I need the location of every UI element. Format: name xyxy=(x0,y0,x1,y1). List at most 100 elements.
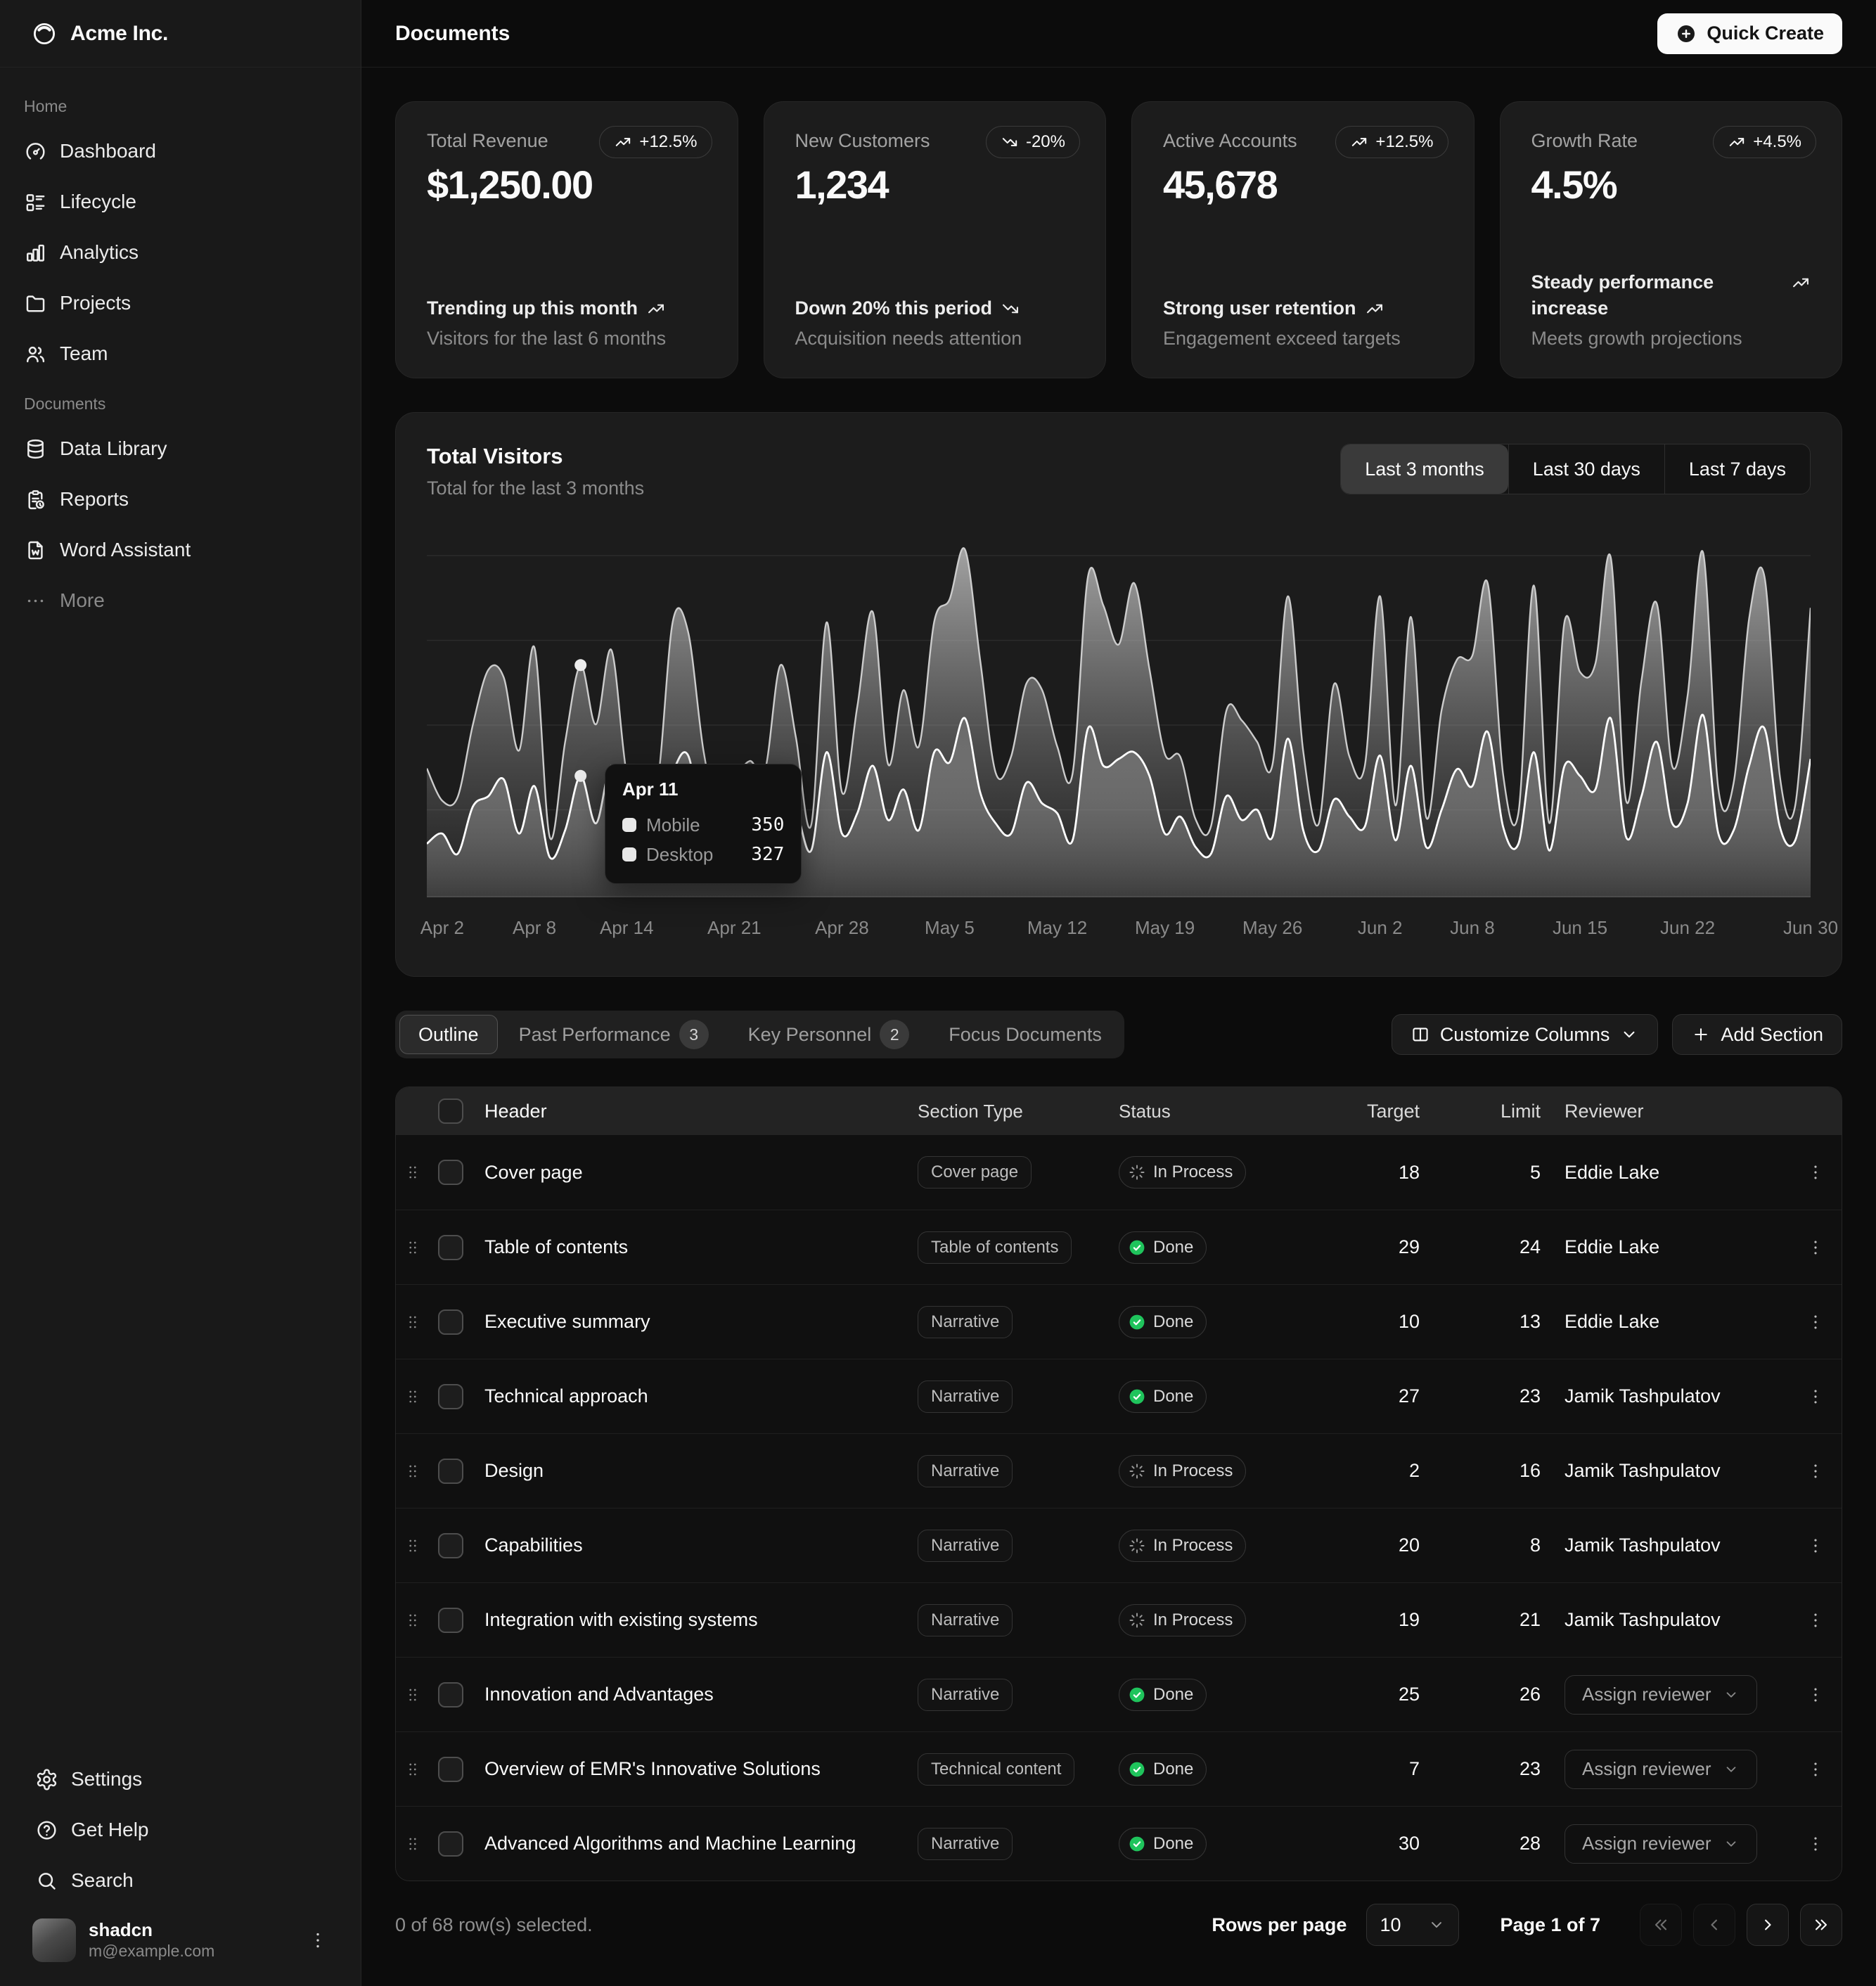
row-checkbox[interactable] xyxy=(438,1608,463,1633)
sidebar-item-dashboard[interactable]: Dashboard xyxy=(11,129,349,174)
x-axis-tick: Jun 2 xyxy=(1358,917,1403,939)
row-checkbox[interactable] xyxy=(438,1235,463,1260)
row-kebab-icon[interactable] xyxy=(1806,1461,1825,1481)
target-cell[interactable]: 19 xyxy=(1338,1609,1444,1631)
limit-cell[interactable]: 13 xyxy=(1444,1311,1565,1333)
sidebar-item-word-assistant[interactable]: Word Assistant xyxy=(11,527,349,572)
row-header-cell[interactable]: Innovation and Advantages xyxy=(484,1684,918,1705)
tab-outline[interactable]: Outline xyxy=(399,1015,498,1054)
grip-icon[interactable] xyxy=(404,1537,422,1555)
user-meta: shadcn m@example.com xyxy=(89,1920,295,1961)
grip-icon[interactable] xyxy=(404,1238,422,1257)
sidebar-item-lifecycle[interactable]: Lifecycle xyxy=(11,179,349,224)
row-checkbox[interactable] xyxy=(438,1160,463,1185)
grip-icon[interactable] xyxy=(404,1686,422,1704)
row-header-cell[interactable]: Integration with existing systems xyxy=(484,1609,918,1631)
limit-cell[interactable]: 26 xyxy=(1444,1684,1565,1705)
sidebar-item-settings[interactable]: Settings xyxy=(23,1757,338,1802)
row-header-cell[interactable]: Cover page xyxy=(484,1162,918,1184)
target-cell[interactable]: 30 xyxy=(1338,1833,1444,1854)
select-all-checkbox[interactable] xyxy=(438,1098,463,1124)
grip-icon[interactable] xyxy=(404,1313,422,1331)
status-cell: Done xyxy=(1119,1753,1338,1786)
sidebar-item-more[interactable]: More xyxy=(11,578,349,623)
target-cell[interactable]: 10 xyxy=(1338,1311,1444,1333)
target-cell[interactable]: 29 xyxy=(1338,1236,1444,1258)
row-header-cell[interactable]: Advanced Algorithms and Machine Learning xyxy=(484,1833,918,1854)
user-menu-button[interactable]: shadcn m@example.com xyxy=(23,1910,338,1971)
row-checkbox[interactable] xyxy=(438,1384,463,1409)
row-kebab-icon[interactable] xyxy=(1806,1536,1825,1556)
quick-create-button[interactable]: Quick Create xyxy=(1657,13,1842,54)
last-page-button[interactable] xyxy=(1800,1904,1842,1946)
limit-cell[interactable]: 8 xyxy=(1444,1535,1565,1556)
row-kebab-icon[interactable] xyxy=(1806,1685,1825,1705)
target-cell[interactable]: 2 xyxy=(1338,1460,1444,1482)
row-header-cell[interactable]: Technical approach xyxy=(484,1385,918,1407)
sidebar-item-get-help[interactable]: Get Help xyxy=(23,1807,338,1852)
visitors-area-chart[interactable]: Apr 11Mobile350Desktop327 xyxy=(427,532,1811,897)
tab-key-personnel[interactable]: Key Personnel2 xyxy=(730,1015,928,1054)
limit-cell[interactable]: 5 xyxy=(1444,1162,1565,1184)
rows-per-page-select[interactable]: 10 xyxy=(1366,1904,1459,1946)
prev-page-button[interactable] xyxy=(1693,1904,1735,1946)
row-kebab-icon[interactable] xyxy=(1806,1312,1825,1332)
first-page-button[interactable] xyxy=(1640,1904,1682,1946)
sidebar-item-team[interactable]: Team xyxy=(11,331,349,376)
row-kebab-icon[interactable] xyxy=(1806,1238,1825,1257)
limit-cell[interactable]: 16 xyxy=(1444,1460,1565,1482)
grip-icon[interactable] xyxy=(404,1760,422,1779)
target-cell[interactable]: 7 xyxy=(1338,1758,1444,1780)
assign-reviewer-select[interactable]: Assign reviewer xyxy=(1565,1750,1757,1789)
grip-icon[interactable] xyxy=(404,1462,422,1480)
status-cell: Done xyxy=(1119,1380,1338,1413)
row-checkbox[interactable] xyxy=(438,1831,463,1857)
target-cell[interactable]: 20 xyxy=(1338,1535,1444,1556)
assign-reviewer-select[interactable]: Assign reviewer xyxy=(1565,1824,1757,1864)
row-kebab-icon[interactable] xyxy=(1806,1162,1825,1182)
row-kebab-icon[interactable] xyxy=(1806,1760,1825,1779)
sidebar-item-reports[interactable]: Reports xyxy=(11,477,349,522)
add-section-button[interactable]: Add Section xyxy=(1672,1014,1842,1055)
grip-icon[interactable] xyxy=(404,1163,422,1181)
row-header-cell[interactable]: Executive summary xyxy=(484,1311,918,1333)
row-header-cell[interactable]: Overview of EMR's Innovative Solutions xyxy=(484,1758,918,1780)
assign-reviewer-select[interactable]: Assign reviewer xyxy=(1565,1675,1757,1715)
row-checkbox[interactable] xyxy=(438,1757,463,1782)
row-checkbox[interactable] xyxy=(438,1309,463,1335)
grip-icon[interactable] xyxy=(404,1388,422,1406)
target-cell[interactable]: 18 xyxy=(1338,1162,1444,1184)
target-cell[interactable]: 27 xyxy=(1338,1385,1444,1407)
row-header-cell[interactable]: Design xyxy=(484,1460,918,1482)
customize-columns-button[interactable]: Customize Columns xyxy=(1392,1014,1659,1055)
row-header-cell[interactable]: Table of contents xyxy=(484,1236,918,1258)
sidebar-item-data-library[interactable]: Data Library xyxy=(11,426,349,471)
brand-button[interactable]: Acme Inc. xyxy=(20,13,179,54)
sidebar-item-projects[interactable]: Projects xyxy=(11,281,349,326)
row-header-cell[interactable]: Capabilities xyxy=(484,1535,918,1556)
range-option-last-7-days[interactable]: Last 7 days xyxy=(1664,444,1810,494)
next-page-button[interactable] xyxy=(1747,1904,1789,1946)
grip-icon[interactable] xyxy=(404,1611,422,1629)
table-row-table-of-contents: Table of contentsTable of contentsDone29… xyxy=(396,1210,1842,1284)
limit-cell[interactable]: 21 xyxy=(1444,1609,1565,1631)
sidebar-item-analytics[interactable]: Analytics xyxy=(11,230,349,275)
tab-past-performance[interactable]: Past Performance3 xyxy=(501,1015,727,1054)
limit-cell[interactable]: 24 xyxy=(1444,1236,1565,1258)
target-cell[interactable]: 25 xyxy=(1338,1684,1444,1705)
limit-cell[interactable]: 23 xyxy=(1444,1758,1565,1780)
section-type-badge: Narrative xyxy=(918,1604,1013,1636)
limit-cell[interactable]: 28 xyxy=(1444,1833,1565,1854)
row-checkbox[interactable] xyxy=(438,1682,463,1708)
row-kebab-icon[interactable] xyxy=(1806,1834,1825,1854)
row-checkbox[interactable] xyxy=(438,1459,463,1484)
sidebar-item-search[interactable]: Search xyxy=(23,1858,338,1903)
grip-icon[interactable] xyxy=(404,1835,422,1853)
range-option-last-30-days[interactable]: Last 30 days xyxy=(1508,444,1664,494)
row-checkbox[interactable] xyxy=(438,1533,463,1558)
limit-cell[interactable]: 23 xyxy=(1444,1385,1565,1407)
row-kebab-icon[interactable] xyxy=(1806,1610,1825,1630)
row-kebab-icon[interactable] xyxy=(1806,1387,1825,1407)
tab-focus-documents[interactable]: Focus Documents xyxy=(930,1015,1120,1054)
range-option-last-3-months[interactable]: Last 3 months xyxy=(1341,444,1508,494)
